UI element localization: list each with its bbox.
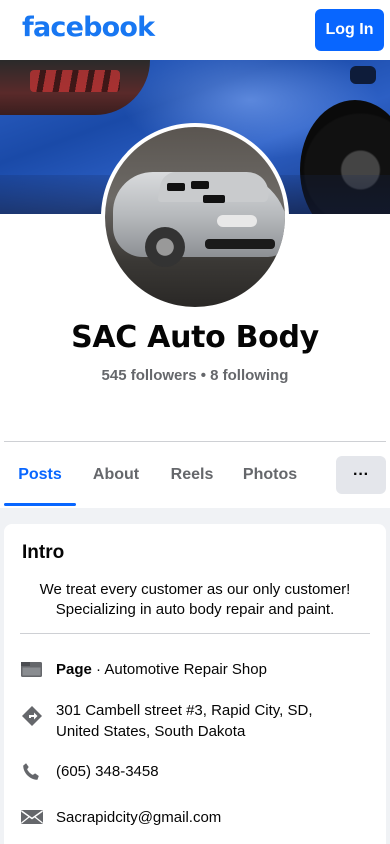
address-text[interactable]: 301 Cambell street #3, Rapid City, SD, U… xyxy=(56,700,336,742)
intro-card: Intro We treat every customer as our onl… xyxy=(4,524,386,844)
page-category: Page · Automotive Repair Shop xyxy=(56,659,356,680)
category-text: · Automotive Repair Shop xyxy=(91,661,267,678)
more-options-button[interactable]: ··· xyxy=(336,456,386,494)
car-bumper xyxy=(205,239,275,249)
tab-photos[interactable]: Photos xyxy=(232,442,308,508)
phone-icon xyxy=(20,761,44,781)
directions-icon xyxy=(20,704,44,726)
envelope-icon xyxy=(20,807,44,827)
page-title: SAC Auto Body xyxy=(71,320,319,355)
intro-bio: We treat every customer as our only cust… xyxy=(14,580,376,620)
intro-heading: Intro xyxy=(22,542,65,563)
car-vent xyxy=(203,195,225,203)
profile-picture-image xyxy=(105,127,285,307)
flag-page-icon xyxy=(20,659,44,679)
top-bar: facebook Log In xyxy=(0,0,390,60)
facebook-logo[interactable]: facebook xyxy=(22,12,155,43)
car-vent xyxy=(167,183,185,191)
bio-line: Specializing in auto body repair and pai… xyxy=(55,601,335,618)
profile-picture[interactable] xyxy=(101,123,289,311)
info-row-address[interactable]: 301 Cambell street #3, Rapid City, SD, U… xyxy=(20,700,360,744)
tab-posts[interactable]: Posts xyxy=(4,442,76,508)
tab-about[interactable]: About xyxy=(80,442,152,508)
follower-counts[interactable]: 545 followers • 8 following xyxy=(0,367,390,384)
login-button[interactable]: Log In xyxy=(315,9,384,51)
page-label: Page xyxy=(56,661,92,678)
email-address[interactable]: Sacrapidcity@gmail.com xyxy=(56,807,356,828)
bio-line: We treat every customer as our only cust… xyxy=(39,581,351,598)
car-headlight xyxy=(217,215,257,227)
phone-number[interactable]: (605) 348-3458 xyxy=(56,761,356,782)
intro-divider xyxy=(20,633,370,634)
cover-mirror xyxy=(350,66,376,84)
car-wheel xyxy=(145,227,185,267)
cover-taillight xyxy=(30,70,120,92)
car-vent xyxy=(191,181,209,189)
tab-reels[interactable]: Reels xyxy=(156,442,228,508)
profile-tabs: Posts About Reels Photos xyxy=(0,442,390,508)
active-tab-indicator xyxy=(4,503,76,506)
